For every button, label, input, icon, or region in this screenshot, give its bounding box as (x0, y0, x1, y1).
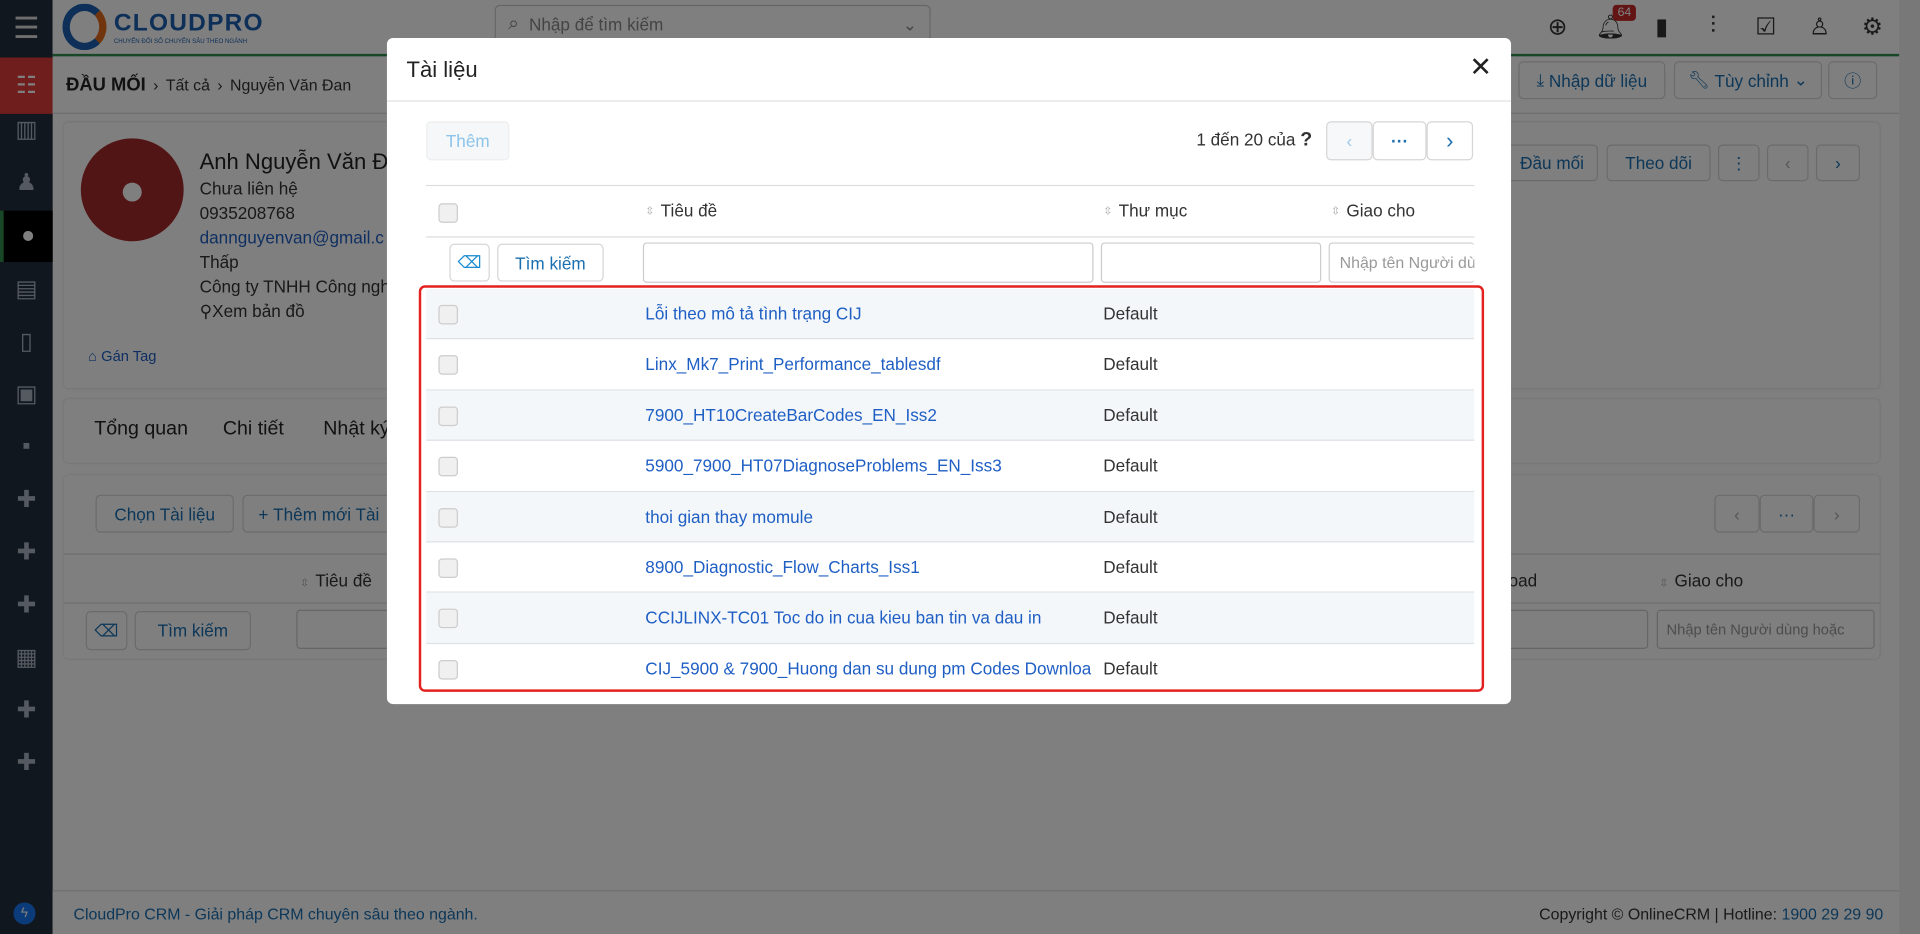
document-title-link[interactable]: thoi gian thay momule (645, 506, 813, 526)
document-folder: Default (1103, 557, 1158, 577)
table-row[interactable]: 5900_7900_HT07DiagnoseProblems_EN_Iss3 De… (426, 441, 1475, 492)
document-title-link[interactable]: 8900_Diagnostic_Flow_Charts_Iss1 (645, 557, 919, 577)
modal-more-pages[interactable]: ··· (1372, 121, 1427, 161)
row-checkbox[interactable] (438, 304, 458, 325)
pagination-info: 1 đến 20 của ? (1196, 129, 1313, 151)
document-list[interactable]: Lỗi theo mô tả tình trạng CIJ Default Linx… (426, 288, 1475, 685)
row-checkbox[interactable] (438, 608, 458, 629)
document-folder: Default (1103, 658, 1158, 679)
row-checkbox[interactable] (438, 507, 458, 528)
document-title-link[interactable]: Linx_Mk7_Print_Performance_tablesdf (645, 354, 940, 374)
modal-next-page[interactable]: › (1426, 121, 1474, 161)
row-checkbox[interactable] (438, 406, 458, 426)
table-row[interactable]: CIJ_5900 & 7900_Huong dan su dung pm Cod… (426, 644, 1474, 685)
modal-search-button[interactable]: Tìm kiếm (497, 243, 604, 282)
close-icon[interactable]: ✕ (1469, 51, 1492, 83)
modal-title: Tài liệu (406, 57, 478, 83)
document-folder: Default (1103, 607, 1158, 628)
total-unknown[interactable]: ? (1300, 130, 1312, 151)
document-title-link[interactable]: 7900_HT10CreateBarCodes_EN_Iss2 (645, 405, 937, 425)
document-folder: Default (1103, 354, 1158, 374)
sort-icon: ⇳ (1103, 203, 1113, 217)
col-folder[interactable]: ⇳ Thư mục (1103, 185, 1187, 236)
document-folder: Default (1103, 405, 1158, 425)
assign-filter-input[interactable]: Nhập tên Người dùng (1328, 242, 1475, 283)
document-title-link[interactable]: Lỗi theo mô tả tình trạng CIJ (645, 304, 861, 324)
row-checkbox[interactable] (438, 558, 458, 578)
table-row[interactable]: Lỗi theo mô tả tình trạng CIJ Default (426, 288, 1475, 340)
table-row[interactable]: Linx_Mk7_Print_Performance_tablesdf Defau… (426, 340, 1475, 391)
eraser-icon[interactable]: ⌫ (449, 243, 490, 282)
modal-prev-page[interactable]: ‹ (1326, 121, 1373, 161)
row-checkbox[interactable] (438, 659, 458, 680)
table-row[interactable]: CCIJLINX-TC01 Toc do in cua kieu ban tin… (426, 593, 1475, 644)
table-row[interactable]: 8900_Diagnostic_Flow_Charts_Iss1 Default (426, 542, 1475, 594)
document-folder: Default (1103, 455, 1158, 476)
sort-icon: ⇳ (1331, 203, 1341, 217)
document-title-link[interactable]: CIJ_5900 & 7900_Huong dan su dung pm Cod… (645, 658, 1091, 678)
folder-filter-input[interactable] (1100, 242, 1322, 283)
document-folder: Default (1103, 303, 1158, 324)
table-row[interactable]: thoi gian thay momule Default (426, 491, 1475, 543)
document-folder: Default (1103, 506, 1158, 526)
table-row[interactable]: 7900_HT10CreateBarCodes_EN_Iss2 Default (426, 390, 1475, 442)
document-title-link[interactable]: 5900_7900_HT07DiagnoseProblems_EN_Iss3 (645, 456, 1001, 476)
col-assign[interactable]: ⇳Giao cho (1331, 185, 1415, 236)
select-all-checkbox[interactable] (438, 203, 458, 223)
title-filter-input[interactable] (642, 242, 1094, 283)
row-checkbox[interactable] (438, 456, 458, 477)
add-button[interactable]: Thêm (426, 121, 510, 161)
document-title-link[interactable]: CCIJLINX-TC01 Toc do in cua kieu ban tin… (645, 608, 1041, 628)
row-checkbox[interactable] (438, 355, 458, 376)
col-title[interactable]: ⇳Tiêu đề (645, 185, 717, 236)
sort-icon: ⇳ (645, 203, 655, 217)
